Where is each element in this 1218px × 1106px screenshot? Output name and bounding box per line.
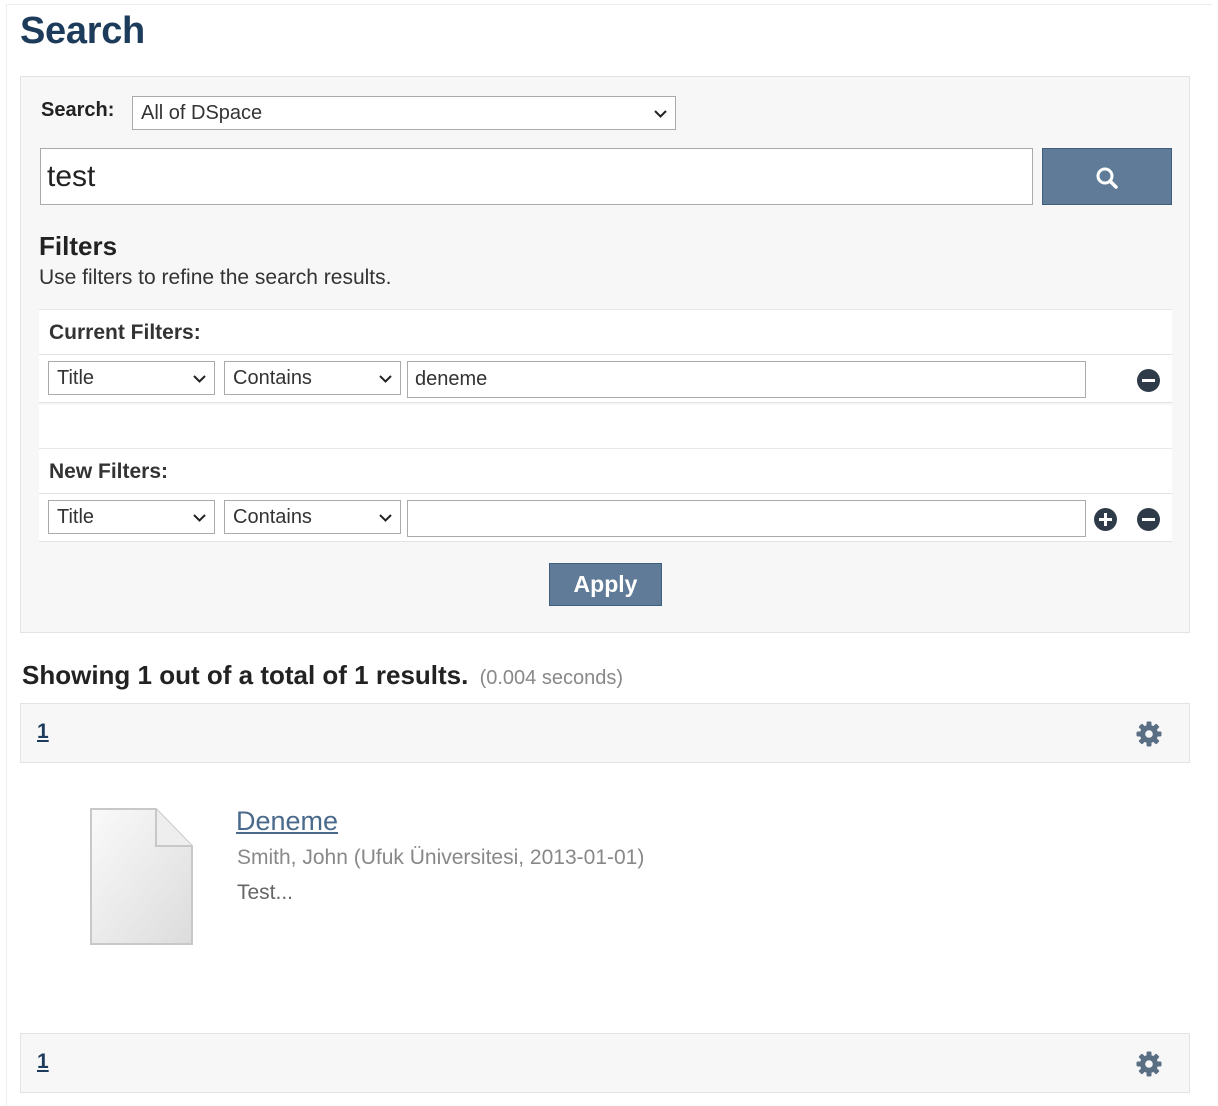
new-filters-label: New Filters: [39, 448, 1172, 494]
item-title-link[interactable]: Deneme [236, 806, 338, 837]
gear-icon[interactable] [1136, 721, 1162, 747]
remove-new-filter-button[interactable] [1137, 508, 1160, 531]
filter-value-text: deneme [415, 368, 488, 390]
results-summary: Showing 1 out of a total of 1 results. (… [22, 660, 623, 691]
results-time: (0.004 seconds) [479, 667, 624, 689]
pagination-top: 1 [20, 703, 1190, 763]
current-filter-row: Title Contains deneme [39, 355, 1172, 403]
document-icon [90, 808, 193, 945]
filter-operator-value: Contains [233, 367, 312, 389]
remove-filter-button[interactable] [1137, 369, 1160, 392]
search-input-value: test [47, 160, 96, 193]
page-frame-top [6, 4, 1212, 5]
new-filter-row: Title Contains [39, 494, 1172, 542]
pagination-bottom: 1 [20, 1033, 1190, 1093]
search-panel: Search: All of DSpace test Filters Use f… [20, 76, 1190, 633]
add-filter-button[interactable] [1094, 508, 1117, 531]
item-thumbnail[interactable] [86, 806, 198, 953]
search-input[interactable]: test [40, 148, 1033, 205]
new-filters-table: New Filters: Title Contains [39, 448, 1172, 542]
filter-field-select[interactable]: Title [48, 361, 215, 395]
filter-operator-select[interactable]: Contains [224, 361, 401, 395]
chevron-down-icon [193, 375, 206, 383]
chevron-down-icon [379, 514, 392, 522]
item-metadata: Smith, John (Ufuk Üniversitesi, 2013-01-… [237, 846, 645, 869]
new-filter-value-input[interactable] [407, 500, 1086, 537]
page-link-1[interactable]: 1 [37, 720, 49, 744]
filter-value-input[interactable]: deneme [407, 361, 1086, 398]
chevron-down-icon [379, 375, 392, 383]
results-count-text: Showing 1 out of a total of 1 results. [22, 660, 469, 690]
chevron-down-icon [654, 110, 667, 118]
search-button[interactable] [1042, 148, 1172, 205]
gear-icon[interactable] [1136, 1051, 1162, 1077]
current-filters-label: Current Filters: [39, 309, 1172, 355]
chevron-down-icon [193, 514, 206, 522]
apply-button[interactable]: Apply [549, 563, 662, 606]
filters-heading: Filters [39, 231, 118, 261]
item-abstract: Test... [237, 881, 294, 904]
page-link-1-bottom[interactable]: 1 [37, 1050, 49, 1074]
current-filters-table: Current Filters: Title Contains deneme [39, 309, 1172, 403]
page-title: Search [20, 10, 145, 52]
scope-label: Search: [41, 99, 115, 121]
new-filter-operator-select[interactable]: Contains [224, 500, 401, 534]
new-filter-field-value: Title [57, 506, 95, 528]
new-filter-field-select[interactable]: Title [48, 500, 215, 534]
new-filter-operator-value: Contains [233, 506, 312, 528]
scope-select[interactable]: All of DSpace [132, 96, 676, 130]
search-icon [1096, 167, 1118, 189]
filter-field-value: Title [57, 367, 95, 389]
filters-help-text: Use filters to refine the search results… [39, 266, 392, 289]
page-frame-left [6, 4, 7, 1106]
scope-select-value: All of DSpace [141, 102, 263, 124]
filter-spacer [39, 405, 1172, 448]
